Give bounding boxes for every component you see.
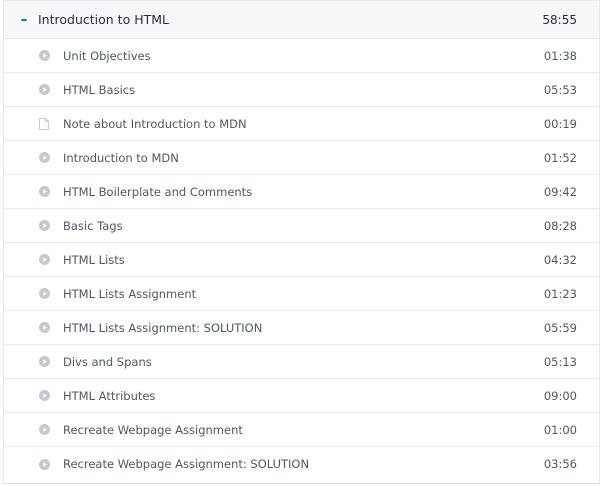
lecture-title[interactable]: HTML Lists xyxy=(62,253,517,267)
lecture-duration: 05:13 xyxy=(543,354,577,369)
play-circle-icon xyxy=(38,390,50,402)
lecture-duration: 09:00 xyxy=(543,388,577,403)
lecture-title[interactable]: Recreate Webpage Assignment xyxy=(62,423,517,437)
lecture-duration: 01:00 xyxy=(543,422,577,437)
lecture-row[interactable]: HTML Attributes 09:00 xyxy=(4,379,599,413)
lecture-duration: 01:38 xyxy=(543,48,577,63)
lecture-row[interactable]: HTML Boilerplate and Comments 09:42 xyxy=(4,175,599,209)
lecture-row[interactable]: HTML Basics 05:53 xyxy=(4,73,599,107)
play-circle-icon xyxy=(38,254,50,266)
lecture-row[interactable]: Introduction to MDN 01:52 xyxy=(4,141,599,175)
lecture-title[interactable]: Divs and Spans xyxy=(62,355,517,369)
play-circle-icon xyxy=(38,50,50,62)
lecture-duration: 00:19 xyxy=(543,116,577,131)
lecture-title[interactable]: Recreate Webpage Assignment: SOLUTION xyxy=(62,457,517,471)
lecture-title[interactable]: HTML Boilerplate and Comments xyxy=(62,185,517,199)
lecture-row[interactable]: Basic Tags 08:28 xyxy=(4,209,599,243)
play-circle-icon xyxy=(38,322,50,334)
curriculum-section: – Introduction to HTML 58:55 Unit Object… xyxy=(3,0,600,484)
lecture-duration: 08:28 xyxy=(543,218,577,233)
lecture-duration: 01:52 xyxy=(543,150,577,165)
play-circle-icon xyxy=(38,152,50,164)
lecture-row[interactable]: Recreate Webpage Assignment 01:00 xyxy=(4,413,599,447)
lecture-duration: 01:23 xyxy=(543,286,577,301)
play-circle-icon xyxy=(38,458,50,470)
lecture-row[interactable]: Unit Objectives 01:38 xyxy=(4,39,599,73)
lecture-row[interactable]: HTML Lists 04:32 xyxy=(4,243,599,277)
document-icon xyxy=(38,117,50,130)
section-title: Introduction to HTML xyxy=(38,12,169,27)
lecture-title[interactable]: Unit Objectives xyxy=(62,49,517,63)
play-circle-icon xyxy=(38,288,50,300)
lecture-row[interactable]: Divs and Spans 05:13 xyxy=(4,345,599,379)
section-duration: 58:55 xyxy=(542,12,577,27)
lecture-title[interactable]: HTML Lists Assignment: SOLUTION xyxy=(62,321,517,335)
lecture-row[interactable]: Note about Introduction to MDN 00:19 xyxy=(4,107,599,141)
lecture-row[interactable]: Recreate Webpage Assignment: SOLUTION 03:… xyxy=(4,447,599,481)
lecture-duration: 05:53 xyxy=(543,82,577,97)
collapse-icon[interactable]: – xyxy=(18,13,30,27)
lecture-title[interactable]: Basic Tags xyxy=(62,219,517,233)
play-circle-icon xyxy=(38,84,50,96)
section-header[interactable]: – Introduction to HTML 58:55 xyxy=(4,1,599,39)
lecture-title[interactable]: HTML Attributes xyxy=(62,389,517,403)
lecture-title[interactable]: HTML Lists Assignment xyxy=(62,287,517,301)
lecture-row[interactable]: HTML Lists Assignment: SOLUTION 05:59 xyxy=(4,311,599,345)
lecture-title[interactable]: HTML Basics xyxy=(62,83,517,97)
lecture-title[interactable]: Introduction to MDN xyxy=(62,151,517,165)
play-circle-icon xyxy=(38,220,50,232)
play-circle-icon xyxy=(38,356,50,368)
lecture-title[interactable]: Note about Introduction to MDN xyxy=(62,117,517,131)
lecture-duration: 09:42 xyxy=(543,184,577,199)
lecture-duration: 03:56 xyxy=(543,457,577,471)
lecture-list: Unit Objectives 01:38 HTML Basics 05:53 Note… xyxy=(4,39,599,481)
lecture-row[interactable]: HTML Lists Assignment 01:23 xyxy=(4,277,599,311)
lecture-duration: 04:32 xyxy=(543,252,577,267)
play-circle-icon xyxy=(38,424,50,436)
play-circle-icon xyxy=(38,186,50,198)
lecture-duration: 05:59 xyxy=(543,320,577,335)
